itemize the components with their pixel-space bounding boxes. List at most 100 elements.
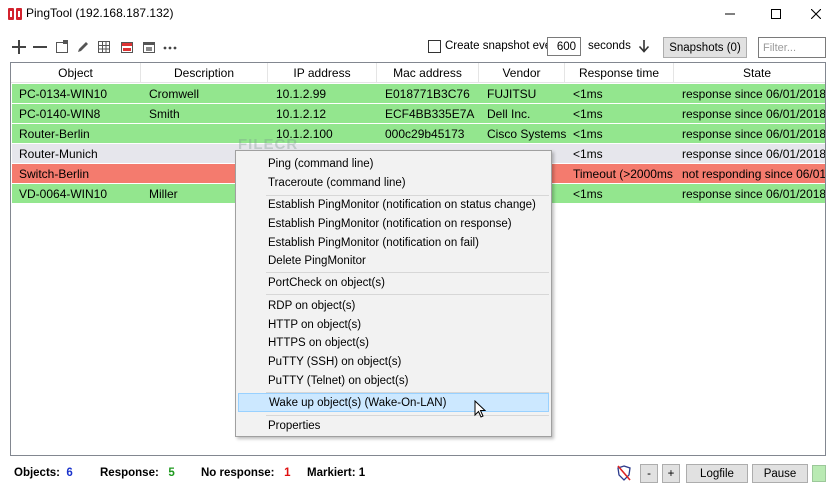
minimize-icon (725, 13, 735, 15)
response-label: Response: (100, 467, 159, 479)
cell-ip: 10.1.2.99 (276, 86, 327, 101)
zoom-out-button[interactable]: - (640, 464, 658, 483)
menu-item-https[interactable]: HTTPS on object(s) (238, 333, 549, 352)
import-button[interactable] (141, 39, 157, 55)
menu-item-pingmonitor-response[interactable]: Establish PingMonitor (notification on r… (238, 214, 549, 233)
new-object-icon (56, 40, 68, 53)
col-mac-header[interactable]: Mac address (377, 63, 479, 83)
zoom-in-button[interactable]: + (662, 464, 680, 483)
import-icon (143, 42, 155, 53)
more-button[interactable] (162, 39, 178, 55)
snapshot-label: Create snapshot every (445, 40, 561, 52)
col-ip-header[interactable]: IP address (268, 63, 377, 83)
objects-count: Objects: 6 (14, 467, 73, 479)
col-state-header[interactable]: State (674, 63, 825, 83)
cell-state: response since 06/01/2018 1 (682, 126, 826, 141)
menu-item-portcheck[interactable]: PortCheck on object(s) (238, 273, 549, 292)
cell-response: <1ms (573, 106, 603, 121)
cell-object: VD-0064-WIN10 (19, 186, 108, 201)
cell-description: Smith (149, 106, 180, 121)
menu-item-putty-ssh[interactable]: PuTTY (SSH) on object(s) (238, 352, 549, 371)
snapshot-checkbox[interactable] (428, 40, 441, 53)
close-icon (811, 9, 821, 19)
cell-state: not responding since 06/01/ (682, 166, 826, 181)
menu-item-properties[interactable]: Properties (238, 416, 549, 435)
response-count: Response: 5 (100, 467, 175, 479)
new-object-button[interactable] (54, 39, 70, 55)
logfile-button[interactable]: Logfile (686, 464, 748, 483)
minimize-button[interactable] (710, 0, 750, 28)
col-object-header[interactable]: Object (11, 63, 141, 83)
edit-object-button[interactable] (75, 39, 91, 55)
cell-object: PC-0140-WIN8 (19, 106, 101, 121)
menu-item-pingmonitor-fail[interactable]: Establish PingMonitor (notification on f… (238, 233, 549, 252)
menu-item-putty-telnet[interactable]: PuTTY (Telnet) on object(s) (238, 371, 549, 390)
app-logo-icon (8, 8, 22, 20)
menu-separator (266, 294, 549, 295)
cell-object: PC-0134-WIN10 (19, 86, 108, 101)
cell-object: Router-Berlin (19, 126, 90, 141)
menu-item-http[interactable]: HTTP on object(s) (238, 315, 549, 334)
table-row[interactable]: PC-0134-WIN10 Cromwell 10.1.2.99 E018771B3C… (12, 84, 826, 103)
monitor-toggle-button[interactable] (617, 465, 631, 484)
delete-button[interactable] (119, 39, 135, 55)
snapshots-button[interactable]: Snapshots (0) (663, 37, 747, 58)
table-header: Object Description IP address Mac addres… (11, 63, 825, 83)
mouse-cursor-icon (474, 400, 486, 418)
close-button[interactable] (796, 0, 836, 28)
maximize-button[interactable] (756, 0, 796, 28)
grid-view-button[interactable] (96, 39, 112, 55)
cell-response: <1ms (573, 126, 603, 141)
status-indicator (812, 465, 826, 482)
context-menu: Ping (command line) Traceroute (command … (235, 150, 552, 437)
col-description-header[interactable]: Description (141, 63, 268, 83)
title-bar[interactable]: PingTool (192.168.187.132) (0, 0, 836, 28)
seconds-label: seconds (588, 40, 631, 52)
cell-object: Switch-Berlin (19, 166, 90, 181)
snapshot-seconds-input[interactable] (547, 37, 581, 56)
cell-response: <1ms (573, 186, 603, 201)
marked-value: 1 (358, 467, 366, 479)
col-vendor-header[interactable]: Vendor (479, 63, 565, 83)
cell-response: <1ms (573, 86, 603, 101)
filter-input[interactable] (758, 37, 826, 58)
cell-mac: 000c29b45173 (385, 126, 465, 141)
cell-response: <1ms (573, 146, 603, 161)
cell-state: response since 06/01/2018 1 (682, 106, 826, 121)
delete-red-icon (121, 42, 133, 53)
cell-response: Timeout (>2000ms (573, 166, 673, 181)
objects-value: 6 (66, 467, 73, 479)
no-response-value: 1 (284, 467, 291, 479)
maximize-icon (771, 9, 781, 19)
menu-item-traceroute[interactable]: Traceroute (command line) (238, 173, 549, 192)
cell-state: response since 06/01/2018 1 (682, 86, 826, 101)
cell-state: response since 06/01/2018 1 (682, 186, 826, 201)
menu-item-delete-pingmonitor[interactable]: Delete PingMonitor (238, 251, 549, 270)
cell-vendor: Dell Inc. (487, 106, 531, 121)
marked-count: Markiert: 1 (307, 467, 365, 479)
pause-button[interactable]: Pause (752, 464, 808, 483)
table-row[interactable]: PC-0140-WIN8 Smith 10.1.2.12 ECF4BB335E7A De… (12, 104, 826, 123)
menu-item-pingmonitor-status[interactable]: Establish PingMonitor (notification on s… (238, 195, 549, 214)
response-value: 5 (168, 467, 175, 479)
edit-icon (78, 42, 88, 52)
add-object-button[interactable] (11, 39, 27, 55)
grid-icon (98, 41, 110, 53)
cell-vendor: FUJITSU (487, 86, 537, 101)
add-icon (12, 40, 26, 54)
download-snapshot-button[interactable] (638, 39, 650, 56)
no-response-count: No response: 1 (201, 467, 291, 479)
window-title: PingTool (192.168.187.132) (26, 6, 174, 20)
more-icon (163, 46, 177, 50)
menu-item-ping[interactable]: Ping (command line) (238, 154, 549, 173)
menu-item-wake-on-lan[interactable]: Wake up object(s) (Wake-On-LAN) (238, 393, 549, 412)
cell-ip: 10.1.2.12 (276, 106, 327, 121)
col-response-header[interactable]: Response time (565, 63, 674, 83)
table-row[interactable]: Router-Berlin 10.1.2.100 000c29b45173 Cisco… (12, 124, 826, 143)
menu-item-rdp[interactable]: RDP on object(s) (238, 296, 549, 315)
objects-label: Objects: (14, 467, 61, 479)
remove-object-button[interactable] (32, 39, 48, 55)
remove-icon (33, 46, 47, 48)
arrow-down-icon (638, 40, 650, 53)
cell-object: Router-Munich (19, 146, 98, 161)
